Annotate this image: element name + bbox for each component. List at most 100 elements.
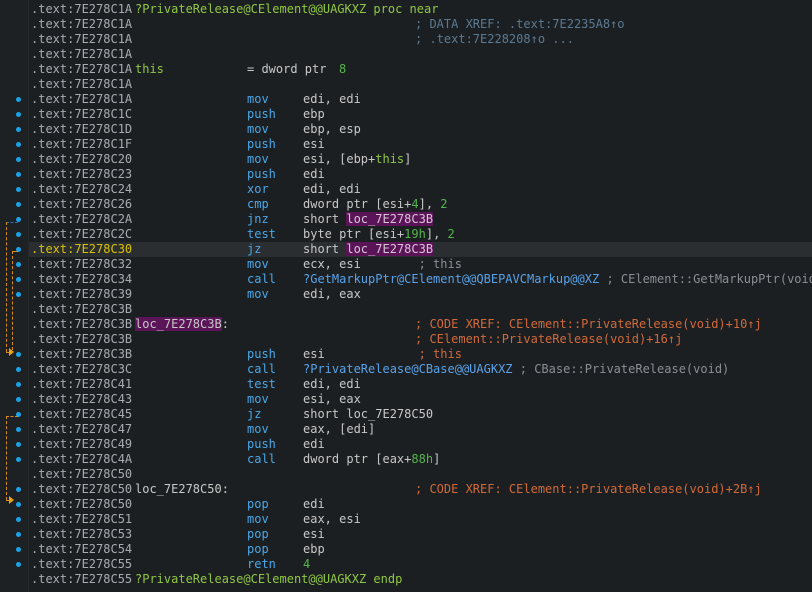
listing-line[interactable]: .text:7E278C23 push edi [29, 167, 812, 182]
listing-line[interactable]: .text:7E278C4A call dword ptr [eax+88h] [29, 452, 812, 467]
line-address: .text:7E278C23 [31, 167, 133, 181]
line-dot-icon[interactable] [16, 292, 21, 297]
line-ops[interactable]: ebp, esp [303, 122, 361, 137]
listing-line[interactable]: .text:7E278C2C test byte ptr [esi+19h], 2 [29, 227, 812, 242]
line-ops[interactable]: edi, edi [303, 92, 361, 107]
line-ops[interactable]: dword ptr [esi+4], 2 [303, 197, 448, 212]
listing-line[interactable]: .text:7E278C3B [29, 302, 812, 317]
listing-line[interactable]: .text:7E278C49 push edi [29, 437, 812, 452]
listing-line[interactable]: .text:7E278C1A [29, 77, 812, 92]
listing-line[interactable]: .text:7E278C32 mov ecx, esi ; this [29, 257, 812, 272]
line-dot-icon[interactable] [16, 277, 21, 282]
listing-line[interactable]: .text:7E278C55 retn 4 [29, 557, 812, 572]
line-ops[interactable]: dword ptr [eax+88h] [303, 452, 440, 467]
line-ops[interactable]: eax, esi [303, 512, 361, 527]
listing-line[interactable]: .text:7E278C39 mov edi, eax [29, 287, 812, 302]
line-ops[interactable]: edi [303, 437, 325, 452]
line-ops[interactable]: short loc_7E278C3B [303, 212, 434, 227]
line-dot-icon[interactable] [16, 367, 21, 372]
listing-line[interactable]: .text:7E278C50 pop edi [29, 497, 812, 512]
line-address: .text:7E278C43 [31, 392, 133, 406]
line-dot-icon[interactable] [16, 502, 21, 507]
line-dot-icon[interactable] [16, 187, 21, 192]
line-ops[interactable]: esi [303, 527, 325, 542]
listing-line[interactable]: .text:7E278C20 mov esi, [ebp+this] [29, 152, 812, 167]
line-ops[interactable]: esi, [ebp+this] [303, 152, 411, 167]
line-dot-icon[interactable] [16, 262, 21, 267]
line-ops[interactable]: ?PrivateRelease@CBase@@UAGKXZ ; CBase::P… [303, 362, 729, 377]
line-ops[interactable]: short loc_7E278C50 [303, 407, 433, 422]
line-ops[interactable]: ?GetMarkupPtr@CElement@@QBEPAVCMarkup@@X… [303, 272, 812, 287]
line-dot-icon[interactable] [16, 487, 21, 492]
listing-line[interactable]: .text:7E278C30 jz short loc_7E278C3B [29, 242, 812, 257]
listing-line[interactable]: .text:7E278C3C call ?PrivateRelease@CBase@… [29, 362, 812, 377]
line-dot-icon[interactable] [16, 172, 21, 177]
line-ops[interactable]: eax, [edi] [303, 422, 375, 437]
jump-arrow-line [6, 416, 7, 500]
line-dot-icon[interactable] [16, 457, 21, 462]
listing-line[interactable]: .text:7E278C3B push esi ; this [29, 347, 812, 362]
listing-line[interactable]: .text:7E278C1A [29, 47, 812, 62]
line-ops[interactable]: edi, edi [303, 377, 361, 392]
line-ops[interactable]: edi [303, 497, 325, 512]
listing-line[interactable]: .text:7E278C1C push ebp [29, 107, 812, 122]
line-dot-icon[interactable] [16, 532, 21, 537]
listing-line[interactable]: .text:7E278C41 test edi, edi [29, 377, 812, 392]
listing-line[interactable]: .text:7E278C43 mov esi, eax [29, 392, 812, 407]
listing-line[interactable]: .text:7E278C55 ?PrivateRelease@CElement@@… [29, 572, 812, 587]
line-dot-icon[interactable] [16, 427, 21, 432]
line-dot-icon[interactable] [16, 352, 21, 357]
line-dot-icon[interactable] [16, 127, 21, 132]
disassembly-listing[interactable]: .text:7E278C1A ?PrivateRelease@CElement@@… [28, 0, 812, 592]
line-dot-icon[interactable] [16, 202, 21, 207]
line-ops[interactable]: 4 [303, 557, 310, 572]
listing-line[interactable]: .text:7E278C26 cmp dword ptr [esi+4], 2 [29, 197, 812, 212]
line-ops[interactable]: 8 [339, 62, 346, 77]
listing-line[interactable]: .text:7E278C1A mov edi, edi [29, 92, 812, 107]
line-address: .text:7E278C39 [31, 287, 133, 301]
listing-line[interactable]: .text:7E278C34 call ?GetMarkupPtr@CElement… [29, 272, 812, 287]
listing-line[interactable]: .text:7E278C1A ; DATA XREF: .text:7E2235A… [29, 17, 812, 32]
listing-line[interactable]: .text:7E278C2A jnz short loc_7E278C3B [29, 212, 812, 227]
listing-line[interactable]: .text:7E278C1A ; .text:7E228208↑o ... [29, 32, 812, 47]
line-ops[interactable]: short loc_7E278C3B [303, 242, 434, 257]
listing-line[interactable]: .text:7E278C1D mov ebp, esp [29, 122, 812, 137]
line-ops[interactable]: esi ; this [303, 347, 462, 362]
listing-line[interactable]: .text:7E278C3B ; CElement::PrivateRelease… [29, 332, 812, 347]
line-dot-icon[interactable] [16, 397, 21, 402]
line-ops[interactable]: ebp [303, 107, 325, 122]
line-ops[interactable]: edi, eax [303, 287, 361, 302]
line-dot-icon[interactable] [16, 142, 21, 147]
line-dot-icon[interactable] [16, 562, 21, 567]
listing-line[interactable]: .text:7E278C50 [29, 467, 812, 482]
listing-line[interactable]: .text:7E278C45 jz short loc_7E278C50 [29, 407, 812, 422]
listing-line[interactable]: .text:7E278C1A this = dword ptr 8 [29, 62, 812, 77]
listing-line[interactable]: .text:7E278C47 mov eax, [edi] [29, 422, 812, 437]
listing-line[interactable]: .text:7E278C3B loc_7E278C3B: ; CODE XREF: … [29, 317, 812, 332]
line-dot-icon[interactable] [16, 112, 21, 117]
line-ops[interactable]: esi [303, 137, 325, 152]
line-dot-icon[interactable] [16, 517, 21, 522]
line-ops[interactable]: byte ptr [esi+19h], 2 [303, 227, 455, 242]
line-dot-icon[interactable] [16, 382, 21, 387]
line-dot-icon[interactable] [16, 157, 21, 162]
disassembly-view[interactable]: .text:7E278C1A ?PrivateRelease@CElement@@… [0, 0, 812, 592]
line-address: .text:7E278C3B [31, 302, 133, 316]
listing-line[interactable]: .text:7E278C1A ?PrivateRelease@CElement@@… [29, 2, 812, 17]
line-dot-icon[interactable] [16, 442, 21, 447]
line-ops[interactable]: edi, edi [303, 182, 361, 197]
listing-line[interactable]: .text:7E278C51 mov eax, esi [29, 512, 812, 527]
line-dot-icon[interactable] [16, 547, 21, 552]
line-mnem: pop [247, 497, 269, 511]
listing-line[interactable]: .text:7E278C50 loc_7E278C50: ; CODE XREF: … [29, 482, 812, 497]
listing-line[interactable]: .text:7E278C24 xor edi, edi [29, 182, 812, 197]
line-dot-icon[interactable] [16, 97, 21, 102]
line-ops[interactable]: edi [303, 167, 325, 182]
line-dot-icon[interactable] [16, 232, 21, 237]
listing-line[interactable]: .text:7E278C1F push esi [29, 137, 812, 152]
line-ops[interactable]: esi, eax [303, 392, 361, 407]
listing-line[interactable]: .text:7E278C53 pop esi [29, 527, 812, 542]
line-ops[interactable]: ecx, esi ; this [303, 257, 462, 272]
line-ops[interactable]: ebp [303, 542, 325, 557]
listing-line[interactable]: .text:7E278C54 pop ebp [29, 542, 812, 557]
